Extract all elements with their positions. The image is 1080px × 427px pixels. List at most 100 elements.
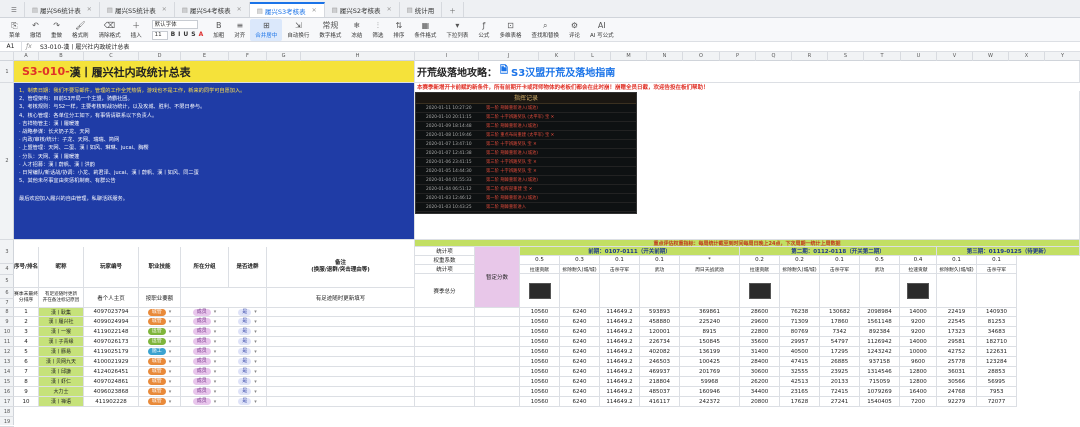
row-1-stat[interactable] bbox=[415, 308, 475, 317]
row-3-v7[interactable]: 7342 bbox=[820, 327, 860, 337]
row-6-v1[interactable]: 6240 bbox=[560, 357, 600, 367]
row-3-v9[interactable]: 9200 bbox=[900, 327, 937, 337]
row-header-15[interactable]: 15 bbox=[0, 377, 14, 387]
toolbar-button-1[interactable]: ↶ 撤销 bbox=[25, 19, 46, 41]
row-4-v8[interactable]: 1126942 bbox=[860, 337, 900, 347]
row-header-12[interactable]: 12 bbox=[0, 347, 14, 357]
toolbar-button-0[interactable]: ⎘ 菜单 bbox=[4, 19, 25, 41]
row-9-team[interactable]: 是 ▾ bbox=[229, 387, 267, 397]
row-9-v8[interactable]: 1079269 bbox=[860, 387, 900, 397]
row-5-v7[interactable]: 17295 bbox=[820, 347, 860, 357]
row-6-v2[interactable]: 114649.2 bbox=[600, 357, 640, 367]
column-header-T[interactable]: T bbox=[864, 52, 901, 61]
font-family-select[interactable]: 默认字体 bbox=[151, 19, 198, 29]
chevron-down-icon[interactable]: ▾ bbox=[214, 309, 217, 315]
row-9-v7[interactable]: 72415 bbox=[820, 387, 860, 397]
row-7-pending[interactable] bbox=[475, 367, 520, 377]
row-9-id[interactable]: 4096023868 bbox=[84, 387, 139, 397]
row-1-v5[interactable]: 28600 bbox=[740, 308, 780, 317]
row-header-4[interactable]: 4 bbox=[0, 264, 14, 275]
row-5-v8[interactable]: 1243242 bbox=[860, 347, 900, 357]
row-7-v7[interactable]: 23925 bbox=[820, 367, 860, 377]
row-3-v5[interactable]: 22800 bbox=[740, 327, 780, 337]
toolbar-button-7[interactable]: B 加粗 bbox=[208, 19, 229, 41]
row-4-v1[interactable]: 6240 bbox=[560, 337, 600, 347]
row-header-13[interactable]: 13 bbox=[0, 357, 14, 367]
font-style-U-icon[interactable]: U bbox=[183, 31, 188, 40]
row-header-18[interactable]: 18 bbox=[0, 407, 14, 417]
sheet-tab-2[interactable]: ▤ 履兴S4考核表 ✕ bbox=[175, 2, 250, 17]
row-8-v7[interactable]: 20133 bbox=[820, 377, 860, 387]
toolbar-button-18[interactable]: ⊡ 多维表格 bbox=[494, 19, 526, 41]
row-7-v8[interactable]: 1314546 bbox=[860, 367, 900, 377]
row-1-v6[interactable]: 76238 bbox=[780, 308, 820, 317]
column-header-O[interactable]: O bbox=[683, 52, 720, 61]
toolbar-button-19[interactable]: ⌕ 查找和替换 bbox=[526, 19, 564, 41]
row-5-v1[interactable]: 6240 bbox=[560, 347, 600, 357]
row-header-5[interactable]: 5 bbox=[0, 275, 14, 288]
column-header-E[interactable]: E bbox=[181, 52, 229, 61]
row-2-name[interactable]: 漢丨履兴社 bbox=[39, 317, 84, 327]
column-header-M[interactable]: M bbox=[611, 52, 647, 61]
row-7-team[interactable]: 是 ▾ bbox=[229, 367, 267, 377]
row-5-v11[interactable]: 122631 bbox=[977, 347, 1017, 357]
row-header-7[interactable]: 7 bbox=[0, 299, 14, 308]
row-2-v3[interactable]: 458880 bbox=[640, 317, 680, 327]
row-2-v8[interactable]: 1561148 bbox=[860, 317, 900, 327]
row-10-team[interactable]: 是 ▾ bbox=[229, 397, 267, 407]
row-4-v6[interactable]: 29957 bbox=[780, 337, 820, 347]
row-8-note[interactable] bbox=[267, 377, 415, 387]
column-header-U[interactable]: U bbox=[901, 52, 937, 61]
row-2-v10[interactable]: 22545 bbox=[937, 317, 977, 327]
column-header-C[interactable]: C bbox=[84, 52, 139, 61]
intro-text-block[interactable]: 1、制表日期：我们不要写邮件，管理的工作全凭热情，游戏也不是工作，新来的同学可自… bbox=[14, 83, 415, 240]
chevron-down-icon[interactable]: ▾ bbox=[169, 389, 172, 395]
row-7-v3[interactable]: 469937 bbox=[640, 367, 680, 377]
row-9-v4[interactable]: 160946 bbox=[680, 387, 740, 397]
row-6-role[interactable]: 城管 ▾ bbox=[139, 357, 181, 367]
chevron-down-icon[interactable]: ▾ bbox=[214, 379, 217, 385]
toolbar-button-13[interactable]: ⫶ 筛选 bbox=[367, 19, 388, 41]
row-3-note[interactable] bbox=[267, 327, 415, 337]
row-6-group[interactable]: 成员 ▾ bbox=[181, 357, 229, 367]
row-8-team[interactable]: 是 ▾ bbox=[229, 377, 267, 387]
formula-input[interactable]: S3-010-漢丨履兴社内政统计总表 bbox=[36, 42, 129, 51]
toolbar-button-16[interactable]: ▾ 下拉列表 bbox=[441, 19, 473, 41]
chevron-down-icon[interactable]: ▾ bbox=[254, 379, 257, 385]
row-2-v2[interactable]: 114649.2 bbox=[600, 317, 640, 327]
row-header-16[interactable]: 16 bbox=[0, 387, 14, 397]
row-8-group[interactable]: 成员 ▾ bbox=[181, 377, 229, 387]
row-3-name[interactable]: 漢丨一猴 bbox=[39, 327, 84, 337]
row-5-id[interactable]: 4119025179 bbox=[84, 347, 139, 357]
row-8-v5[interactable]: 26200 bbox=[740, 377, 780, 387]
row-1-v4[interactable]: 369861 bbox=[680, 308, 740, 317]
chevron-down-icon[interactable]: ▾ bbox=[169, 369, 172, 375]
row-1-v11[interactable]: 140930 bbox=[977, 308, 1017, 317]
row-10-stat[interactable] bbox=[415, 397, 475, 407]
row-7-v10[interactable]: 36031 bbox=[937, 367, 977, 377]
row-5-team[interactable]: 是 ▾ bbox=[229, 347, 267, 357]
row-10-v1[interactable]: 6240 bbox=[560, 397, 600, 407]
row-4-role[interactable]: 运管 ▾ bbox=[139, 337, 181, 347]
toolbar-button-9[interactable]: ⊞ 合并居中 bbox=[250, 18, 283, 41]
chevron-down-icon[interactable]: ▾ bbox=[254, 309, 257, 315]
row-3-v11[interactable]: 34683 bbox=[977, 327, 1017, 337]
close-tab-icon[interactable]: ✕ bbox=[162, 6, 167, 13]
row-3-v10[interactable]: 17323 bbox=[937, 327, 977, 337]
column-header-Q[interactable]: Q bbox=[756, 52, 792, 61]
column-header-H[interactable]: H bbox=[301, 52, 415, 61]
row-9-v2[interactable]: 114649.2 bbox=[600, 387, 640, 397]
row-1-v7[interactable]: 130682 bbox=[820, 308, 860, 317]
column-header-R[interactable]: R bbox=[792, 52, 828, 61]
row-4-v11[interactable]: 182710 bbox=[977, 337, 1017, 347]
row-2-role[interactable]: 城管 ▾ bbox=[139, 317, 181, 327]
row-2-v9[interactable]: 9200 bbox=[900, 317, 937, 327]
row-6-id[interactable]: 4100021929 bbox=[84, 357, 139, 367]
row-10-pending[interactable] bbox=[475, 397, 520, 407]
row-7-v5[interactable]: 30600 bbox=[740, 367, 780, 377]
row-8-v6[interactable]: 42513 bbox=[780, 377, 820, 387]
row-10-v7[interactable]: 27241 bbox=[820, 397, 860, 407]
chevron-down-icon[interactable]: ▾ bbox=[254, 369, 257, 375]
sheet-tab-1[interactable]: ▤ 履兴S5统计表 ✕ bbox=[100, 2, 175, 17]
chevron-down-icon[interactable]: ▾ bbox=[169, 349, 172, 355]
